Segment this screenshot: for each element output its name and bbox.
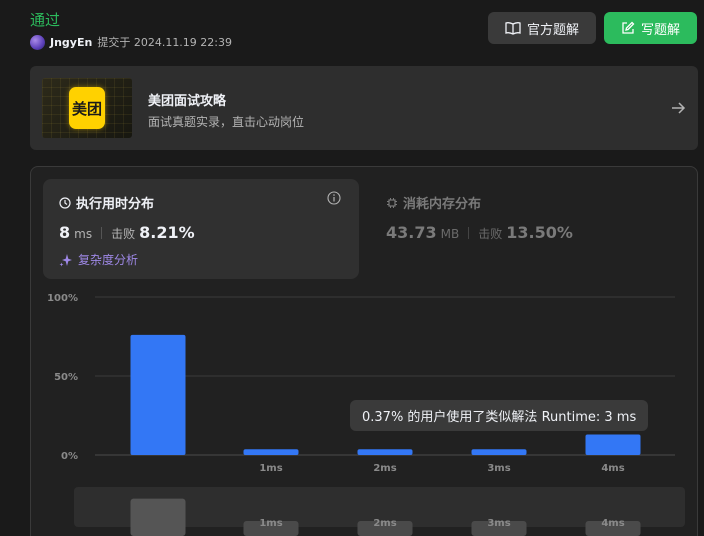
brush-tick-label: 1ms (259, 518, 282, 529)
bar (130, 334, 186, 455)
brush-bar (130, 498, 186, 536)
x-tick-label: 4ms (601, 463, 624, 474)
runtime-distribution-chart: 100% 50% 0% 1ms 2ms 3ms 4ms 1ms 2ms 3ms 4ms (47, 293, 675, 536)
x-tick-label: 3ms (487, 463, 510, 474)
x-tick-label: 1ms (259, 463, 282, 474)
brush-tick-label: 4ms (601, 518, 624, 529)
brush-tick-label: 3ms (487, 518, 510, 529)
x-tick-label: 2ms (373, 463, 396, 474)
chart-tooltip: 0.37% 的用户使用了类似解法 Runtime: 3 ms (350, 400, 649, 431)
y-tick-label: 50% (54, 372, 78, 383)
brush-tick-label: 2ms (373, 518, 396, 529)
bar (585, 434, 641, 455)
y-tick-label: 100% (47, 293, 78, 304)
bar (471, 449, 527, 455)
bar (243, 449, 299, 455)
bar (357, 449, 413, 455)
y-tick-label: 0% (61, 451, 78, 462)
